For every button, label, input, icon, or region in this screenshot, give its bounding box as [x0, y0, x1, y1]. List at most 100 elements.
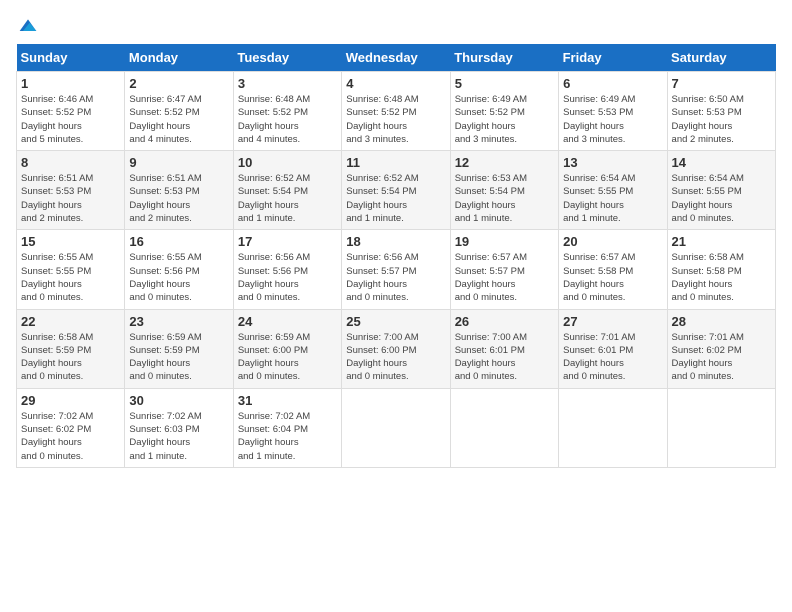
- logo-icon: [18, 16, 38, 36]
- day-number: 15: [21, 234, 120, 249]
- day-number: 19: [455, 234, 554, 249]
- day-number: 10: [238, 155, 337, 170]
- calendar-cell: 2 Sunrise: 6:47 AM Sunset: 5:52 PM Dayli…: [125, 72, 233, 151]
- calendar-cell: 7 Sunrise: 6:50 AM Sunset: 5:53 PM Dayli…: [667, 72, 775, 151]
- day-info: Sunrise: 6:51 AM Sunset: 5:53 PM Dayligh…: [129, 172, 228, 225]
- day-info: Sunrise: 6:58 AM Sunset: 5:59 PM Dayligh…: [21, 331, 120, 384]
- calendar-cell: 28 Sunrise: 7:01 AM Sunset: 6:02 PM Dayl…: [667, 309, 775, 388]
- day-info: Sunrise: 6:56 AM Sunset: 5:56 PM Dayligh…: [238, 251, 337, 304]
- calendar-cell: 10 Sunrise: 6:52 AM Sunset: 5:54 PM Dayl…: [233, 151, 341, 230]
- day-info: Sunrise: 6:47 AM Sunset: 5:52 PM Dayligh…: [129, 93, 228, 146]
- calendar-cell: 13 Sunrise: 6:54 AM Sunset: 5:55 PM Dayl…: [559, 151, 667, 230]
- day-info: Sunrise: 7:02 AM Sunset: 6:04 PM Dayligh…: [238, 410, 337, 463]
- weekday-header-wednesday: Wednesday: [342, 44, 450, 72]
- day-number: 5: [455, 76, 554, 91]
- calendar-table: SundayMondayTuesdayWednesdayThursdayFrid…: [16, 44, 776, 468]
- day-number: 2: [129, 76, 228, 91]
- calendar-cell: [559, 388, 667, 467]
- calendar-cell: 22 Sunrise: 6:58 AM Sunset: 5:59 PM Dayl…: [17, 309, 125, 388]
- day-info: Sunrise: 6:52 AM Sunset: 5:54 PM Dayligh…: [346, 172, 445, 225]
- calendar-week-row: 8 Sunrise: 6:51 AM Sunset: 5:53 PM Dayli…: [17, 151, 776, 230]
- calendar-cell: 9 Sunrise: 6:51 AM Sunset: 5:53 PM Dayli…: [125, 151, 233, 230]
- calendar-cell: 23 Sunrise: 6:59 AM Sunset: 5:59 PM Dayl…: [125, 309, 233, 388]
- day-number: 16: [129, 234, 228, 249]
- day-number: 9: [129, 155, 228, 170]
- calendar-cell: 24 Sunrise: 6:59 AM Sunset: 6:00 PM Dayl…: [233, 309, 341, 388]
- day-info: Sunrise: 7:02 AM Sunset: 6:02 PM Dayligh…: [21, 410, 120, 463]
- day-info: Sunrise: 6:46 AM Sunset: 5:52 PM Dayligh…: [21, 93, 120, 146]
- weekday-header-sunday: Sunday: [17, 44, 125, 72]
- day-info: Sunrise: 6:51 AM Sunset: 5:53 PM Dayligh…: [21, 172, 120, 225]
- calendar-cell: 20 Sunrise: 6:57 AM Sunset: 5:58 PM Dayl…: [559, 230, 667, 309]
- calendar-cell: 26 Sunrise: 7:00 AM Sunset: 6:01 PM Dayl…: [450, 309, 558, 388]
- calendar-cell: [342, 388, 450, 467]
- calendar-cell: 16 Sunrise: 6:55 AM Sunset: 5:56 PM Dayl…: [125, 230, 233, 309]
- weekday-header-thursday: Thursday: [450, 44, 558, 72]
- calendar-cell: 6 Sunrise: 6:49 AM Sunset: 5:53 PM Dayli…: [559, 72, 667, 151]
- day-info: Sunrise: 6:54 AM Sunset: 5:55 PM Dayligh…: [563, 172, 662, 225]
- calendar-cell: 5 Sunrise: 6:49 AM Sunset: 5:52 PM Dayli…: [450, 72, 558, 151]
- day-number: 1: [21, 76, 120, 91]
- weekday-header-row: SundayMondayTuesdayWednesdayThursdayFrid…: [17, 44, 776, 72]
- day-number: 24: [238, 314, 337, 329]
- day-number: 8: [21, 155, 120, 170]
- weekday-header-monday: Monday: [125, 44, 233, 72]
- day-info: Sunrise: 6:54 AM Sunset: 5:55 PM Dayligh…: [672, 172, 771, 225]
- day-info: Sunrise: 6:48 AM Sunset: 5:52 PM Dayligh…: [238, 93, 337, 146]
- calendar-cell: 31 Sunrise: 7:02 AM Sunset: 6:04 PM Dayl…: [233, 388, 341, 467]
- logo: [16, 16, 38, 36]
- day-number: 4: [346, 76, 445, 91]
- day-number: 3: [238, 76, 337, 91]
- calendar-cell: [667, 388, 775, 467]
- day-info: Sunrise: 7:01 AM Sunset: 6:02 PM Dayligh…: [672, 331, 771, 384]
- day-info: Sunrise: 6:55 AM Sunset: 5:56 PM Dayligh…: [129, 251, 228, 304]
- page-header: [16, 16, 776, 36]
- day-info: Sunrise: 7:00 AM Sunset: 6:01 PM Dayligh…: [455, 331, 554, 384]
- calendar-week-row: 22 Sunrise: 6:58 AM Sunset: 5:59 PM Dayl…: [17, 309, 776, 388]
- day-number: 7: [672, 76, 771, 91]
- calendar-week-row: 29 Sunrise: 7:02 AM Sunset: 6:02 PM Dayl…: [17, 388, 776, 467]
- calendar-week-row: 15 Sunrise: 6:55 AM Sunset: 5:55 PM Dayl…: [17, 230, 776, 309]
- day-number: 23: [129, 314, 228, 329]
- day-number: 22: [21, 314, 120, 329]
- day-number: 17: [238, 234, 337, 249]
- calendar-cell: 17 Sunrise: 6:56 AM Sunset: 5:56 PM Dayl…: [233, 230, 341, 309]
- weekday-header-friday: Friday: [559, 44, 667, 72]
- calendar-cell: 1 Sunrise: 6:46 AM Sunset: 5:52 PM Dayli…: [17, 72, 125, 151]
- day-info: Sunrise: 6:53 AM Sunset: 5:54 PM Dayligh…: [455, 172, 554, 225]
- calendar-cell: 21 Sunrise: 6:58 AM Sunset: 5:58 PM Dayl…: [667, 230, 775, 309]
- calendar-cell: 25 Sunrise: 7:00 AM Sunset: 6:00 PM Dayl…: [342, 309, 450, 388]
- day-info: Sunrise: 7:02 AM Sunset: 6:03 PM Dayligh…: [129, 410, 228, 463]
- day-info: Sunrise: 6:49 AM Sunset: 5:52 PM Dayligh…: [455, 93, 554, 146]
- day-number: 12: [455, 155, 554, 170]
- day-info: Sunrise: 6:55 AM Sunset: 5:55 PM Dayligh…: [21, 251, 120, 304]
- calendar-cell: [450, 388, 558, 467]
- calendar-cell: 27 Sunrise: 7:01 AM Sunset: 6:01 PM Dayl…: [559, 309, 667, 388]
- day-number: 11: [346, 155, 445, 170]
- day-info: Sunrise: 6:59 AM Sunset: 6:00 PM Dayligh…: [238, 331, 337, 384]
- day-number: 14: [672, 155, 771, 170]
- day-number: 20: [563, 234, 662, 249]
- calendar-cell: 30 Sunrise: 7:02 AM Sunset: 6:03 PM Dayl…: [125, 388, 233, 467]
- day-number: 31: [238, 393, 337, 408]
- calendar-cell: 4 Sunrise: 6:48 AM Sunset: 5:52 PM Dayli…: [342, 72, 450, 151]
- calendar-cell: 19 Sunrise: 6:57 AM Sunset: 5:57 PM Dayl…: [450, 230, 558, 309]
- calendar-cell: 15 Sunrise: 6:55 AM Sunset: 5:55 PM Dayl…: [17, 230, 125, 309]
- day-number: 29: [21, 393, 120, 408]
- day-number: 28: [672, 314, 771, 329]
- day-info: Sunrise: 6:48 AM Sunset: 5:52 PM Dayligh…: [346, 93, 445, 146]
- day-info: Sunrise: 6:59 AM Sunset: 5:59 PM Dayligh…: [129, 331, 228, 384]
- calendar-cell: 3 Sunrise: 6:48 AM Sunset: 5:52 PM Dayli…: [233, 72, 341, 151]
- day-number: 21: [672, 234, 771, 249]
- day-number: 25: [346, 314, 445, 329]
- day-info: Sunrise: 7:00 AM Sunset: 6:00 PM Dayligh…: [346, 331, 445, 384]
- calendar-cell: 18 Sunrise: 6:56 AM Sunset: 5:57 PM Dayl…: [342, 230, 450, 309]
- calendar-cell: 29 Sunrise: 7:02 AM Sunset: 6:02 PM Dayl…: [17, 388, 125, 467]
- day-number: 13: [563, 155, 662, 170]
- day-info: Sunrise: 6:52 AM Sunset: 5:54 PM Dayligh…: [238, 172, 337, 225]
- day-info: Sunrise: 7:01 AM Sunset: 6:01 PM Dayligh…: [563, 331, 662, 384]
- day-number: 30: [129, 393, 228, 408]
- calendar-week-row: 1 Sunrise: 6:46 AM Sunset: 5:52 PM Dayli…: [17, 72, 776, 151]
- weekday-header-tuesday: Tuesday: [233, 44, 341, 72]
- day-number: 18: [346, 234, 445, 249]
